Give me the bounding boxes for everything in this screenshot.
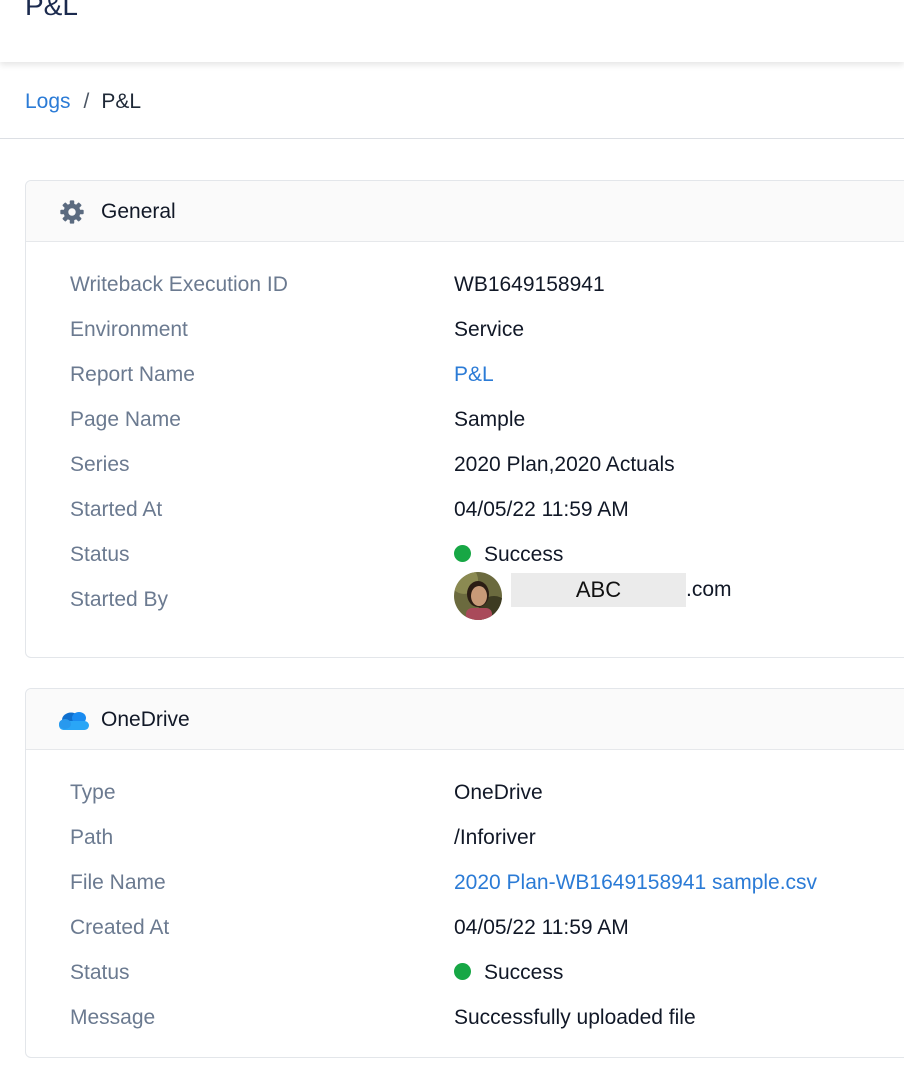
status-badge: Success (454, 542, 563, 568)
detail-label: Environment (70, 318, 188, 341)
breadcrumb-separator: / (83, 90, 90, 113)
report-name-link[interactable]: P&L (454, 362, 494, 388)
detail-row-type: Type OneDrive (26, 780, 904, 825)
detail-value: Successfully uploaded file (454, 1006, 696, 1029)
detail-value: /Inforiver (454, 826, 536, 849)
detail-row-page-name: Page Name Sample (26, 407, 904, 452)
detail-label: Status (70, 543, 130, 566)
general-panel: General Writeback Execution ID WB1649158… (25, 180, 904, 658)
detail-label: Page Name (70, 408, 181, 431)
onedrive-panel: OneDrive Type OneDrive Path /Inforiver F… (25, 688, 904, 1058)
detail-label: Started At (70, 498, 163, 521)
detail-value: 04/05/22 11:59 AM (454, 498, 629, 521)
breadcrumb-bar: Logs / P&L (0, 62, 904, 139)
detail-label: Created At (70, 916, 170, 939)
detail-value: Service (454, 318, 525, 341)
redacted-email: ABC (511, 573, 686, 607)
detail-row-series: Series 2020 Plan,2020 Actuals (26, 452, 904, 497)
detail-row-started-by: Started By ABC .com (26, 572, 904, 632)
email-domain: .com (686, 578, 732, 601)
detail-row-path: Path /Inforiver (26, 825, 904, 870)
avatar (454, 572, 502, 620)
file-name-link[interactable]: 2020 Plan-WB1649158941 sample.csv (454, 870, 817, 896)
general-panel-header: General (26, 181, 904, 242)
detail-row-status: Status Success (26, 960, 904, 1005)
status-text: Success (484, 543, 564, 566)
detail-label: Message (70, 1006, 156, 1029)
general-panel-title: General (101, 200, 176, 223)
detail-value: Sample (454, 408, 526, 431)
detail-label: Started By (70, 588, 169, 611)
detail-row-created-at: Created At 04/05/22 11:59 AM (26, 915, 904, 960)
detail-row-message: Message Successfully uploaded file (26, 1005, 904, 1050)
detail-label: Path (70, 826, 114, 849)
onedrive-panel-header: OneDrive (26, 689, 904, 750)
detail-value: 04/05/22 11:59 AM (454, 916, 629, 939)
detail-value: 2020 Plan,2020 Actuals (454, 453, 675, 476)
status-badge: Success (454, 960, 563, 986)
detail-value: WB1649158941 (454, 273, 605, 296)
detail-row-report-name: Report Name P&L (26, 362, 904, 407)
onedrive-cloud-icon (57, 706, 89, 734)
success-dot-icon (454, 545, 471, 562)
page-title: P&L (25, 0, 78, 21)
detail-label: Status (70, 961, 130, 984)
detail-label: Type (70, 781, 116, 804)
detail-label: File Name (70, 871, 166, 894)
detail-label: Series (70, 453, 130, 476)
detail-value: OneDrive (454, 781, 543, 804)
top-bar: P&L (0, 0, 904, 62)
detail-label: Writeback Execution ID (70, 273, 288, 296)
success-dot-icon (454, 963, 471, 980)
gear-icon (57, 198, 87, 226)
detail-label: Report Name (70, 363, 195, 386)
breadcrumb-logs-link[interactable]: Logs (25, 90, 71, 113)
detail-row-environment: Environment Service (26, 317, 904, 362)
detail-row-execution-id: Writeback Execution ID WB1649158941 (26, 272, 904, 317)
status-text: Success (484, 961, 564, 984)
breadcrumb-current: P&L (101, 90, 142, 113)
detail-row-started-at: Started At 04/05/22 11:59 AM (26, 497, 904, 542)
breadcrumb: Logs / P&L (25, 89, 141, 115)
detail-row-file-name: File Name 2020 Plan-WB1649158941 sample.… (26, 870, 904, 915)
onedrive-panel-title: OneDrive (101, 708, 190, 731)
